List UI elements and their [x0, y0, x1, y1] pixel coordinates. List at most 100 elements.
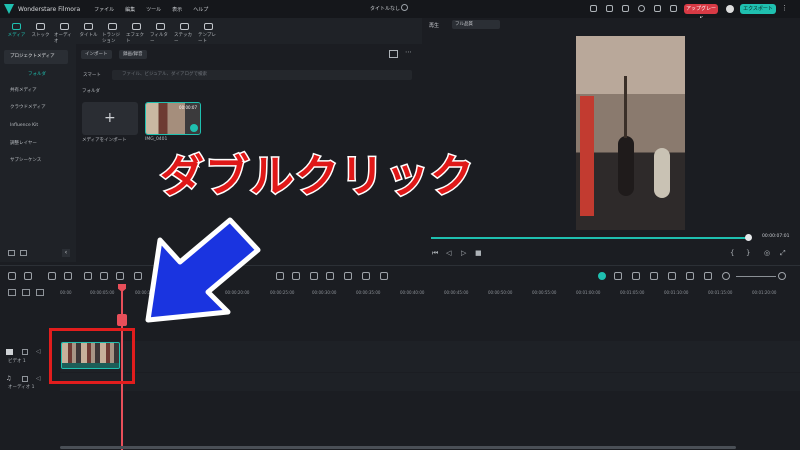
layout-icon[interactable]: [8, 272, 16, 280]
plus-icon: +: [104, 110, 116, 126]
tab-stickers[interactable]: ステッカー: [174, 18, 195, 44]
zoom-in-icon[interactable]: [778, 272, 786, 280]
grid-icon[interactable]: [704, 272, 712, 280]
keyframe-icon[interactable]: [362, 272, 370, 280]
ruler-tick: 00:01:10:00: [664, 290, 689, 295]
mark-in-icon[interactable]: {: [730, 249, 734, 257]
message-icon[interactable]: [654, 5, 661, 12]
menu-help[interactable]: ヘルプ: [193, 6, 208, 13]
undo-icon[interactable]: [48, 272, 56, 280]
prev-frame-icon[interactable]: ⏮: [432, 249, 438, 258]
stop-icon[interactable]: ■: [475, 249, 482, 257]
auto-ripple-icon[interactable]: [598, 272, 606, 280]
image-icon[interactable]: [686, 272, 694, 280]
blue-arrow-icon: [145, 217, 261, 323]
snapshot-icon[interactable]: ◎: [764, 249, 770, 257]
sidebar-item-project-media[interactable]: プロジェクトメディア: [4, 50, 68, 64]
link-icon[interactable]: [380, 272, 388, 280]
cloud-icon[interactable]: [622, 5, 629, 12]
audio-adjust-icon[interactable]: [326, 272, 334, 280]
guitar-white: [654, 148, 670, 198]
video-track-icon: [6, 349, 13, 355]
media-clip-thumbnail[interactable]: 00:00:07: [145, 102, 201, 135]
delete-icon[interactable]: [84, 272, 92, 280]
zoom-out-icon[interactable]: [722, 272, 730, 280]
motion-icon[interactable]: [344, 272, 352, 280]
audio-track-label: オーディオ 1: [8, 385, 35, 390]
quality-select[interactable]: フル品質: [452, 20, 500, 29]
preview-progress[interactable]: [431, 237, 749, 239]
video-folder-icon[interactable]: [22, 349, 28, 355]
avatar[interactable]: [726, 5, 734, 13]
split-icon[interactable]: [100, 272, 108, 280]
tab-audio[interactable]: オーディオ: [54, 18, 75, 44]
bulb-icon[interactable]: [606, 5, 613, 12]
play-icon[interactable]: ▷: [461, 249, 466, 257]
sidebar-folder[interactable]: フォルダ: [28, 71, 46, 77]
search-input[interactable]: ファイル、ビジュアル、ダイアログで検索: [112, 70, 412, 80]
annotation-text: ダブルクリック: [159, 150, 476, 204]
sidebar-item-adjustment[interactable]: 調整レイヤー: [4, 137, 68, 151]
redo-icon[interactable]: [64, 272, 72, 280]
smart-filter[interactable]: スマート: [83, 72, 101, 78]
menu-tools[interactable]: ツール: [146, 6, 161, 13]
tab-media[interactable]: メディア: [6, 18, 27, 44]
tab-titles[interactable]: タイトル: [78, 18, 99, 44]
mark-out-icon[interactable]: }: [746, 249, 750, 257]
video-mute-icon[interactable]: ◁: [36, 348, 41, 355]
account-icon[interactable]: [638, 5, 645, 12]
tab-templates[interactable]: テンプレート: [198, 18, 219, 44]
template-icon: [204, 23, 213, 30]
menu-edit[interactable]: 編集: [125, 6, 135, 13]
gift-icon[interactable]: [590, 5, 597, 12]
tab-effects[interactable]: エフェクト: [126, 18, 147, 44]
mic-icon[interactable]: [650, 272, 658, 280]
folder-label: フォルダ: [82, 89, 100, 94]
track-manage-icon[interactable]: [36, 289, 44, 296]
audio-track-row[interactable]: [60, 373, 800, 391]
fullscreen-icon[interactable]: ⤢: [780, 249, 786, 258]
import-media-tile[interactable]: +: [82, 102, 138, 135]
folder-icon[interactable]: [20, 250, 27, 256]
ai-icon[interactable]: [292, 272, 300, 280]
title-bar: Wonderstare Filmora ファイル 編集 ツール 表示 ヘルプ タ…: [0, 0, 800, 22]
audio-mute-icon[interactable]: ◁: [36, 375, 41, 382]
more-options-icon[interactable]: ⋯: [405, 48, 412, 56]
upgrade-button[interactable]: アップグレード: [684, 4, 718, 22]
caption-icon[interactable]: [668, 272, 676, 280]
select-icon[interactable]: [24, 272, 32, 280]
import-dropdown[interactable]: インポート: [81, 50, 112, 59]
audio-folder-icon[interactable]: [22, 376, 28, 382]
sidebar-item-subsequence[interactable]: サブシーケンス: [4, 154, 68, 168]
filter-settings-icon[interactable]: [389, 50, 398, 58]
info-icon[interactable]: [401, 4, 408, 11]
settings-icon[interactable]: [670, 5, 677, 12]
record-dropdown[interactable]: 録画/録音: [119, 50, 147, 59]
render-icon[interactable]: [614, 272, 622, 280]
step-back-icon[interactable]: ◁: [446, 249, 451, 257]
zoom-slider[interactable]: [736, 276, 776, 277]
progress-knob[interactable]: [745, 234, 752, 241]
ruler-tick: 00:00:25:00: [270, 290, 295, 295]
sidebar-item-influence-kit[interactable]: Influence Kit: [4, 119, 68, 133]
timeline-scrollbar[interactable]: [60, 446, 736, 449]
more-icon[interactable]: ⋮: [781, 4, 788, 12]
adjust-icon[interactable]: [310, 272, 318, 280]
menu-view[interactable]: 表示: [172, 6, 182, 13]
check-icon: [190, 124, 198, 132]
export-button[interactable]: エクスポート: [740, 4, 776, 14]
track-link-icon[interactable]: [22, 289, 30, 296]
playhead-split-marker[interactable]: [117, 314, 127, 326]
menu-file[interactable]: ファイル: [94, 6, 114, 13]
speed-icon[interactable]: [276, 272, 284, 280]
sidebar-item-shared[interactable]: 共有メディア: [4, 84, 68, 98]
tab-transitions[interactable]: トランジション: [102, 18, 123, 44]
tab-stock[interactable]: ストック: [30, 18, 51, 44]
add-track-icon[interactable]: [8, 289, 16, 296]
tab-filters[interactable]: フィルター: [150, 18, 171, 44]
collapse-icon[interactable]: ‹: [62, 249, 70, 257]
sidebar-item-cloud[interactable]: クラウドメディア: [4, 101, 68, 115]
shield-icon[interactable]: [632, 272, 640, 280]
crop-icon[interactable]: [116, 272, 124, 280]
new-folder-icon[interactable]: [8, 250, 15, 256]
